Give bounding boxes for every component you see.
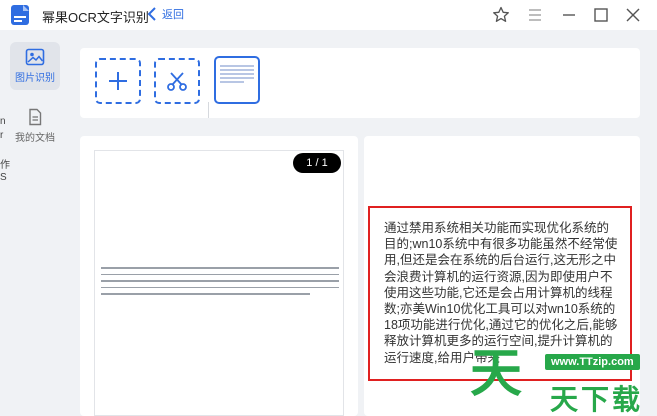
watermark-url: www.TTzip.com	[545, 354, 640, 370]
sidebar-item-label: 我的文档	[15, 133, 55, 144]
document-icon	[29, 108, 42, 126]
edge-fragment: S	[0, 172, 7, 183]
close-icon	[626, 8, 640, 22]
star-icon	[493, 6, 509, 22]
menu-button[interactable]	[524, 4, 546, 26]
edge-fragment: r	[0, 130, 4, 141]
sidebar: 图片识别 我的文档 n r 作 S	[0, 30, 68, 416]
sidebar-item-image-recognition[interactable]: 图片识别	[10, 42, 60, 90]
edge-fragment: 作	[0, 160, 10, 171]
watermark-logo: 天	[470, 345, 523, 403]
back-label: 返回	[162, 9, 184, 21]
page-preview[interactable]: 1 / 1	[94, 150, 344, 416]
menu-icon	[529, 9, 541, 21]
minimize-icon	[563, 14, 575, 16]
toolbar-divider	[208, 102, 209, 118]
image-icon	[25, 48, 45, 66]
page-indicator: 1 / 1	[293, 153, 341, 173]
maximize-button[interactable]	[590, 4, 612, 26]
favorite-button[interactable]	[490, 4, 512, 26]
watermark-text: 天下载	[550, 384, 644, 415]
crop-button[interactable]	[154, 58, 200, 104]
image-toolbar	[80, 48, 640, 118]
close-button[interactable]	[622, 4, 644, 26]
site-watermark: 天 www.TTzip.com 天下载	[470, 342, 657, 416]
preview-panel: 1 / 1	[80, 136, 358, 416]
add-image-button[interactable]	[95, 58, 141, 104]
app-logo-icon	[11, 5, 29, 25]
preview-image-text	[101, 267, 339, 300]
maximize-icon	[594, 8, 608, 22]
plus-icon	[109, 72, 127, 90]
image-thumbnail[interactable]	[214, 56, 260, 104]
title-bar: 幂果OCR文字识别 返回	[0, 0, 657, 30]
minimize-button[interactable]	[558, 4, 580, 26]
scissors-icon	[167, 72, 187, 91]
edge-fragment: n	[0, 116, 6, 127]
back-button[interactable]: 返回	[146, 6, 184, 22]
app-title: 幂果OCR文字识别	[42, 10, 149, 25]
sidebar-item-my-documents[interactable]: 我的文档	[10, 102, 60, 150]
sidebar-item-label: 图片识别	[15, 73, 55, 84]
chevron-left-icon	[147, 7, 156, 21]
